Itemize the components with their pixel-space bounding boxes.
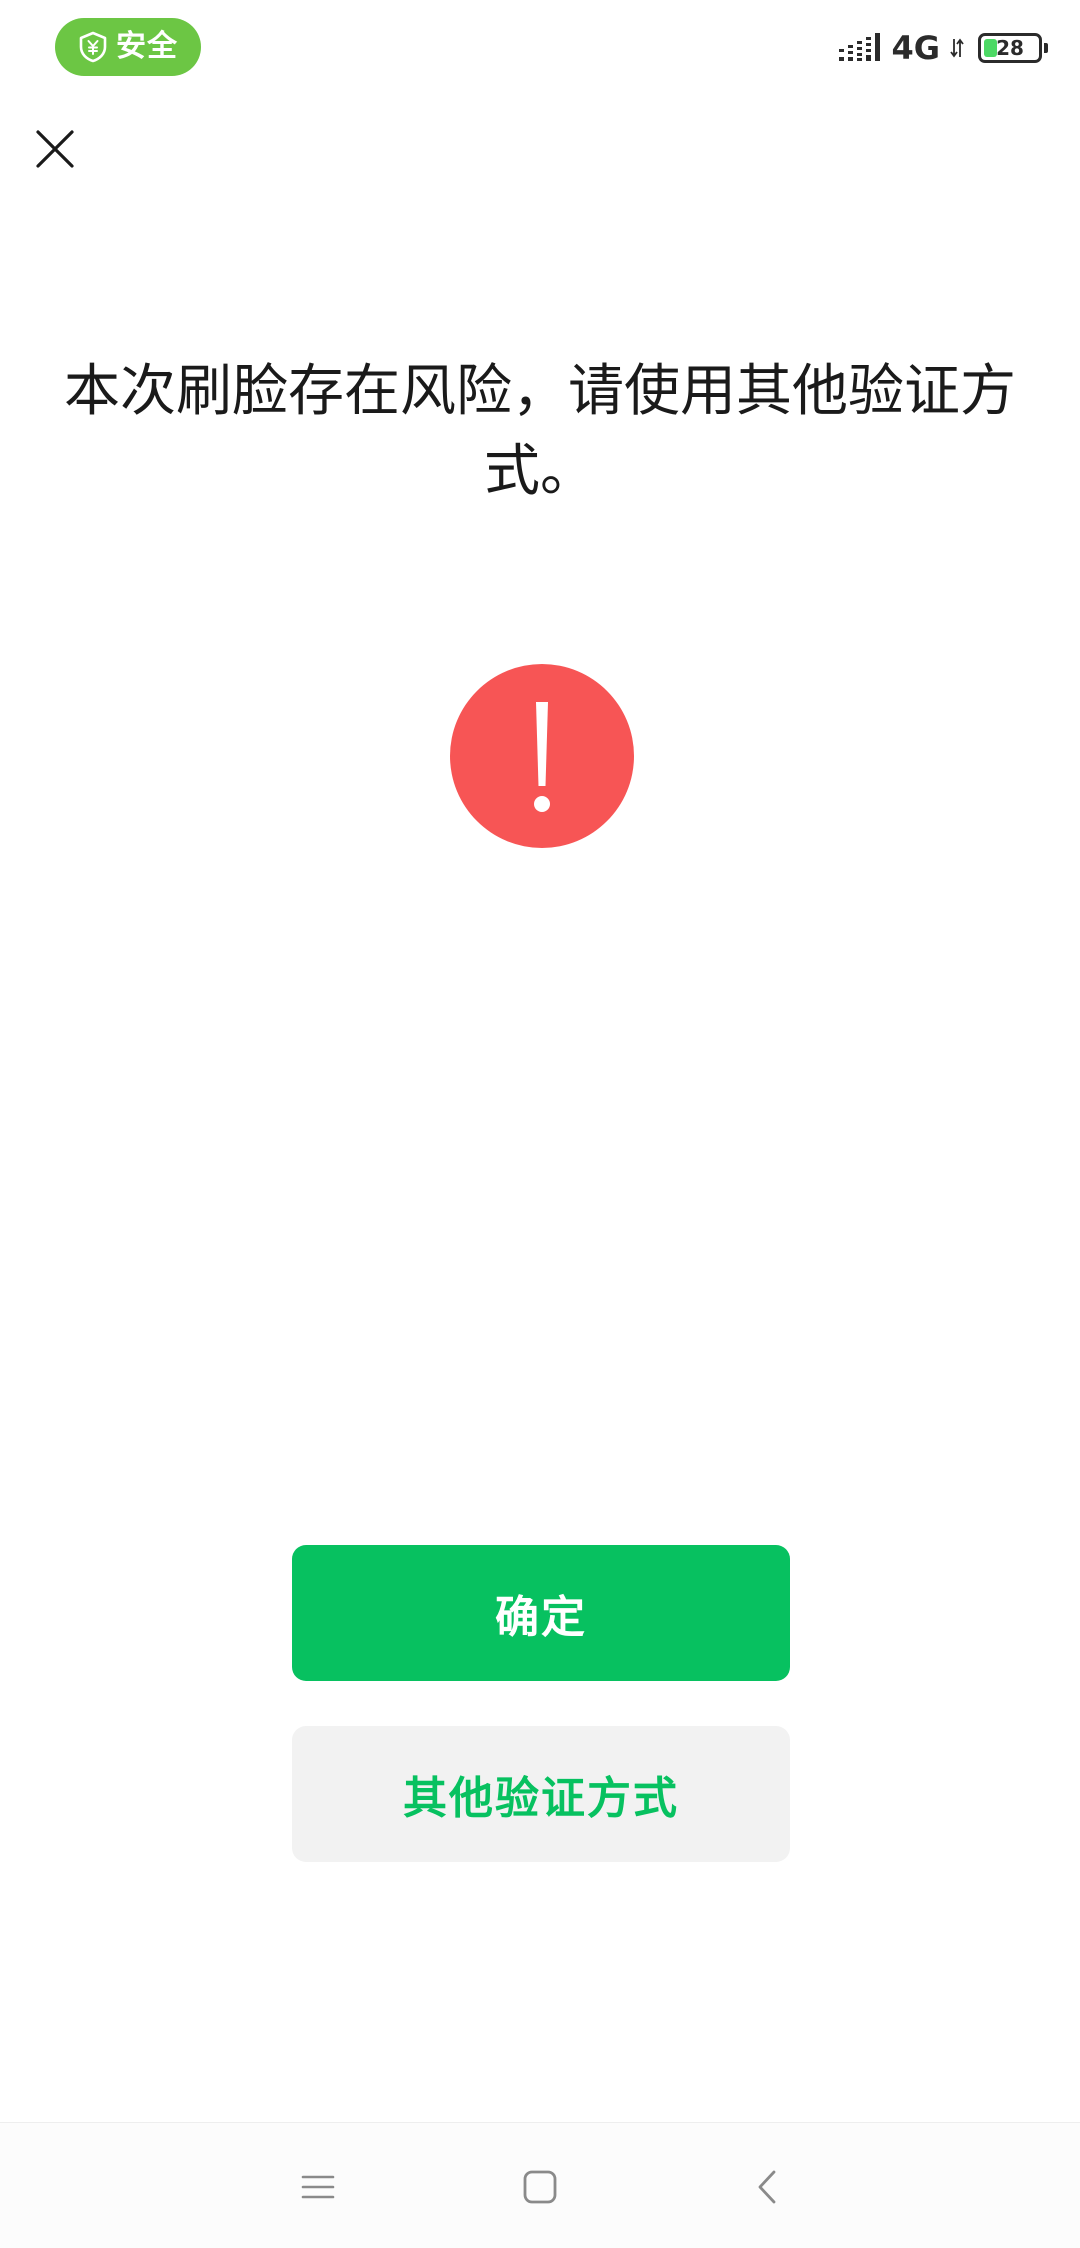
nav-home-button[interactable] (510, 2157, 570, 2217)
system-nav-bar (0, 2122, 1080, 2248)
shield-yuan-icon (79, 31, 107, 63)
exclamation-circle-icon (450, 664, 634, 848)
home-square-icon (523, 2170, 557, 2204)
data-transfer-icon (950, 38, 964, 58)
security-label: 安全 (116, 29, 178, 64)
menu-icon (301, 2175, 335, 2199)
confirm-button[interactable]: 确定 (292, 1545, 790, 1681)
security-badge[interactable]: 安全 (55, 18, 201, 76)
nav-menu-button[interactable] (288, 2157, 348, 2217)
risk-message: 本次刷脸存在风险，请使用其他验证方式。 (64, 359, 1016, 504)
nav-back-button[interactable] (738, 2157, 798, 2217)
status-bar: 安全 4G 28 (0, 0, 1080, 96)
back-chevron-icon (758, 2170, 776, 2204)
status-icons: 4G 28 (839, 26, 1048, 70)
close-icon (36, 130, 74, 168)
battery-level: 28 (996, 36, 1024, 60)
signal-icon (839, 33, 881, 61)
close-button[interactable] (24, 118, 86, 180)
network-type: 4G (891, 29, 940, 67)
battery-icon: 28 (978, 33, 1048, 63)
other-verification-button[interactable]: 其他验证方式 (292, 1726, 790, 1862)
